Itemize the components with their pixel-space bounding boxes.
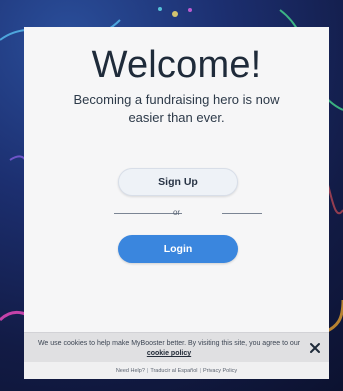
- need-help-link[interactable]: Need Help?: [116, 367, 145, 375]
- cookie-banner-message: We use cookies to help make MyBooster be…: [37, 340, 301, 347]
- cookie-policy-link[interactable]: cookie policy: [147, 350, 191, 357]
- or-divider-label: or: [172, 208, 181, 217]
- welcome-card: Welcome! Becoming a fundraising hero is …: [24, 27, 329, 332]
- privacy-policy-link[interactable]: Privacy Policy: [203, 367, 237, 375]
- cookie-banner: We use cookies to help make MyBooster be…: [24, 332, 329, 362]
- cookie-banner-text: We use cookies to help make MyBooster be…: [34, 339, 304, 359]
- spanish-translation-link[interactable]: Traducir al Español: [150, 367, 197, 375]
- or-divider-right: [222, 213, 262, 214]
- close-icon[interactable]: [309, 342, 321, 354]
- login-button[interactable]: Login: [118, 235, 238, 263]
- page-title: Welcome!: [91, 44, 262, 86]
- footer-links: Need Help? | Traducir al Español | Priva…: [24, 362, 329, 379]
- signup-button[interactable]: Sign Up: [118, 168, 238, 196]
- welcome-subtitle: Becoming a fundraising hero is now easie…: [73, 92, 280, 125]
